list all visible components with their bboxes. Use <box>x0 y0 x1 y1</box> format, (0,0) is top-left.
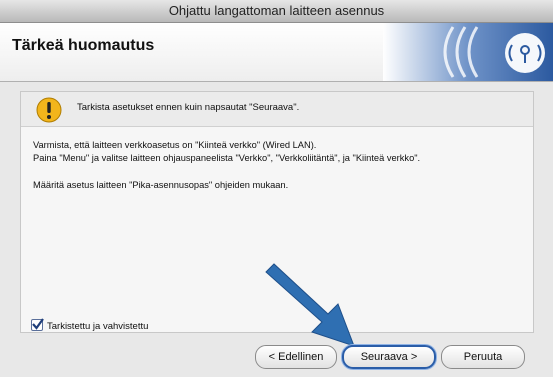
notice-row: Tarkista asetukset ennen kuin napsautat … <box>21 92 533 127</box>
confirm-checkbox-row[interactable]: Tarkistettu ja vahvistettu <box>31 318 149 332</box>
warning-icon <box>36 97 62 123</box>
pointer-arrow-icon <box>265 263 355 347</box>
instruction-line-1: Varmista, että laitteen verkkoasetus on … <box>33 140 317 150</box>
page-header: Tärkeä huomautus <box>0 23 553 82</box>
notice-text: Tarkista asetukset ennen kuin napsautat … <box>77 102 300 113</box>
page-title: Tärkeä huomautus <box>12 37 155 54</box>
next-button[interactable]: Seuraava > <box>342 345 436 369</box>
cancel-button[interactable]: Peruuta <box>441 345 525 369</box>
installer-window: Ohjattu langattoman laitteen asennus Tär… <box>0 0 553 377</box>
confirm-checkbox-label: Tarkistettu ja vahvistettu <box>47 321 149 332</box>
instruction-line-3: Määritä asetus laitteen "Pika-asennusopa… <box>33 180 289 190</box>
confirm-checkbox[interactable] <box>31 318 44 331</box>
checkmark-icon <box>32 318 44 330</box>
window-title: Ohjattu langattoman laitteen asennus <box>0 0 553 23</box>
instruction-line-2: Paina "Menu" ja valitse laitteen ohjausp… <box>33 153 421 163</box>
back-button[interactable]: < Edellinen <box>255 345 337 369</box>
wireless-logo-icon <box>383 23 553 81</box>
